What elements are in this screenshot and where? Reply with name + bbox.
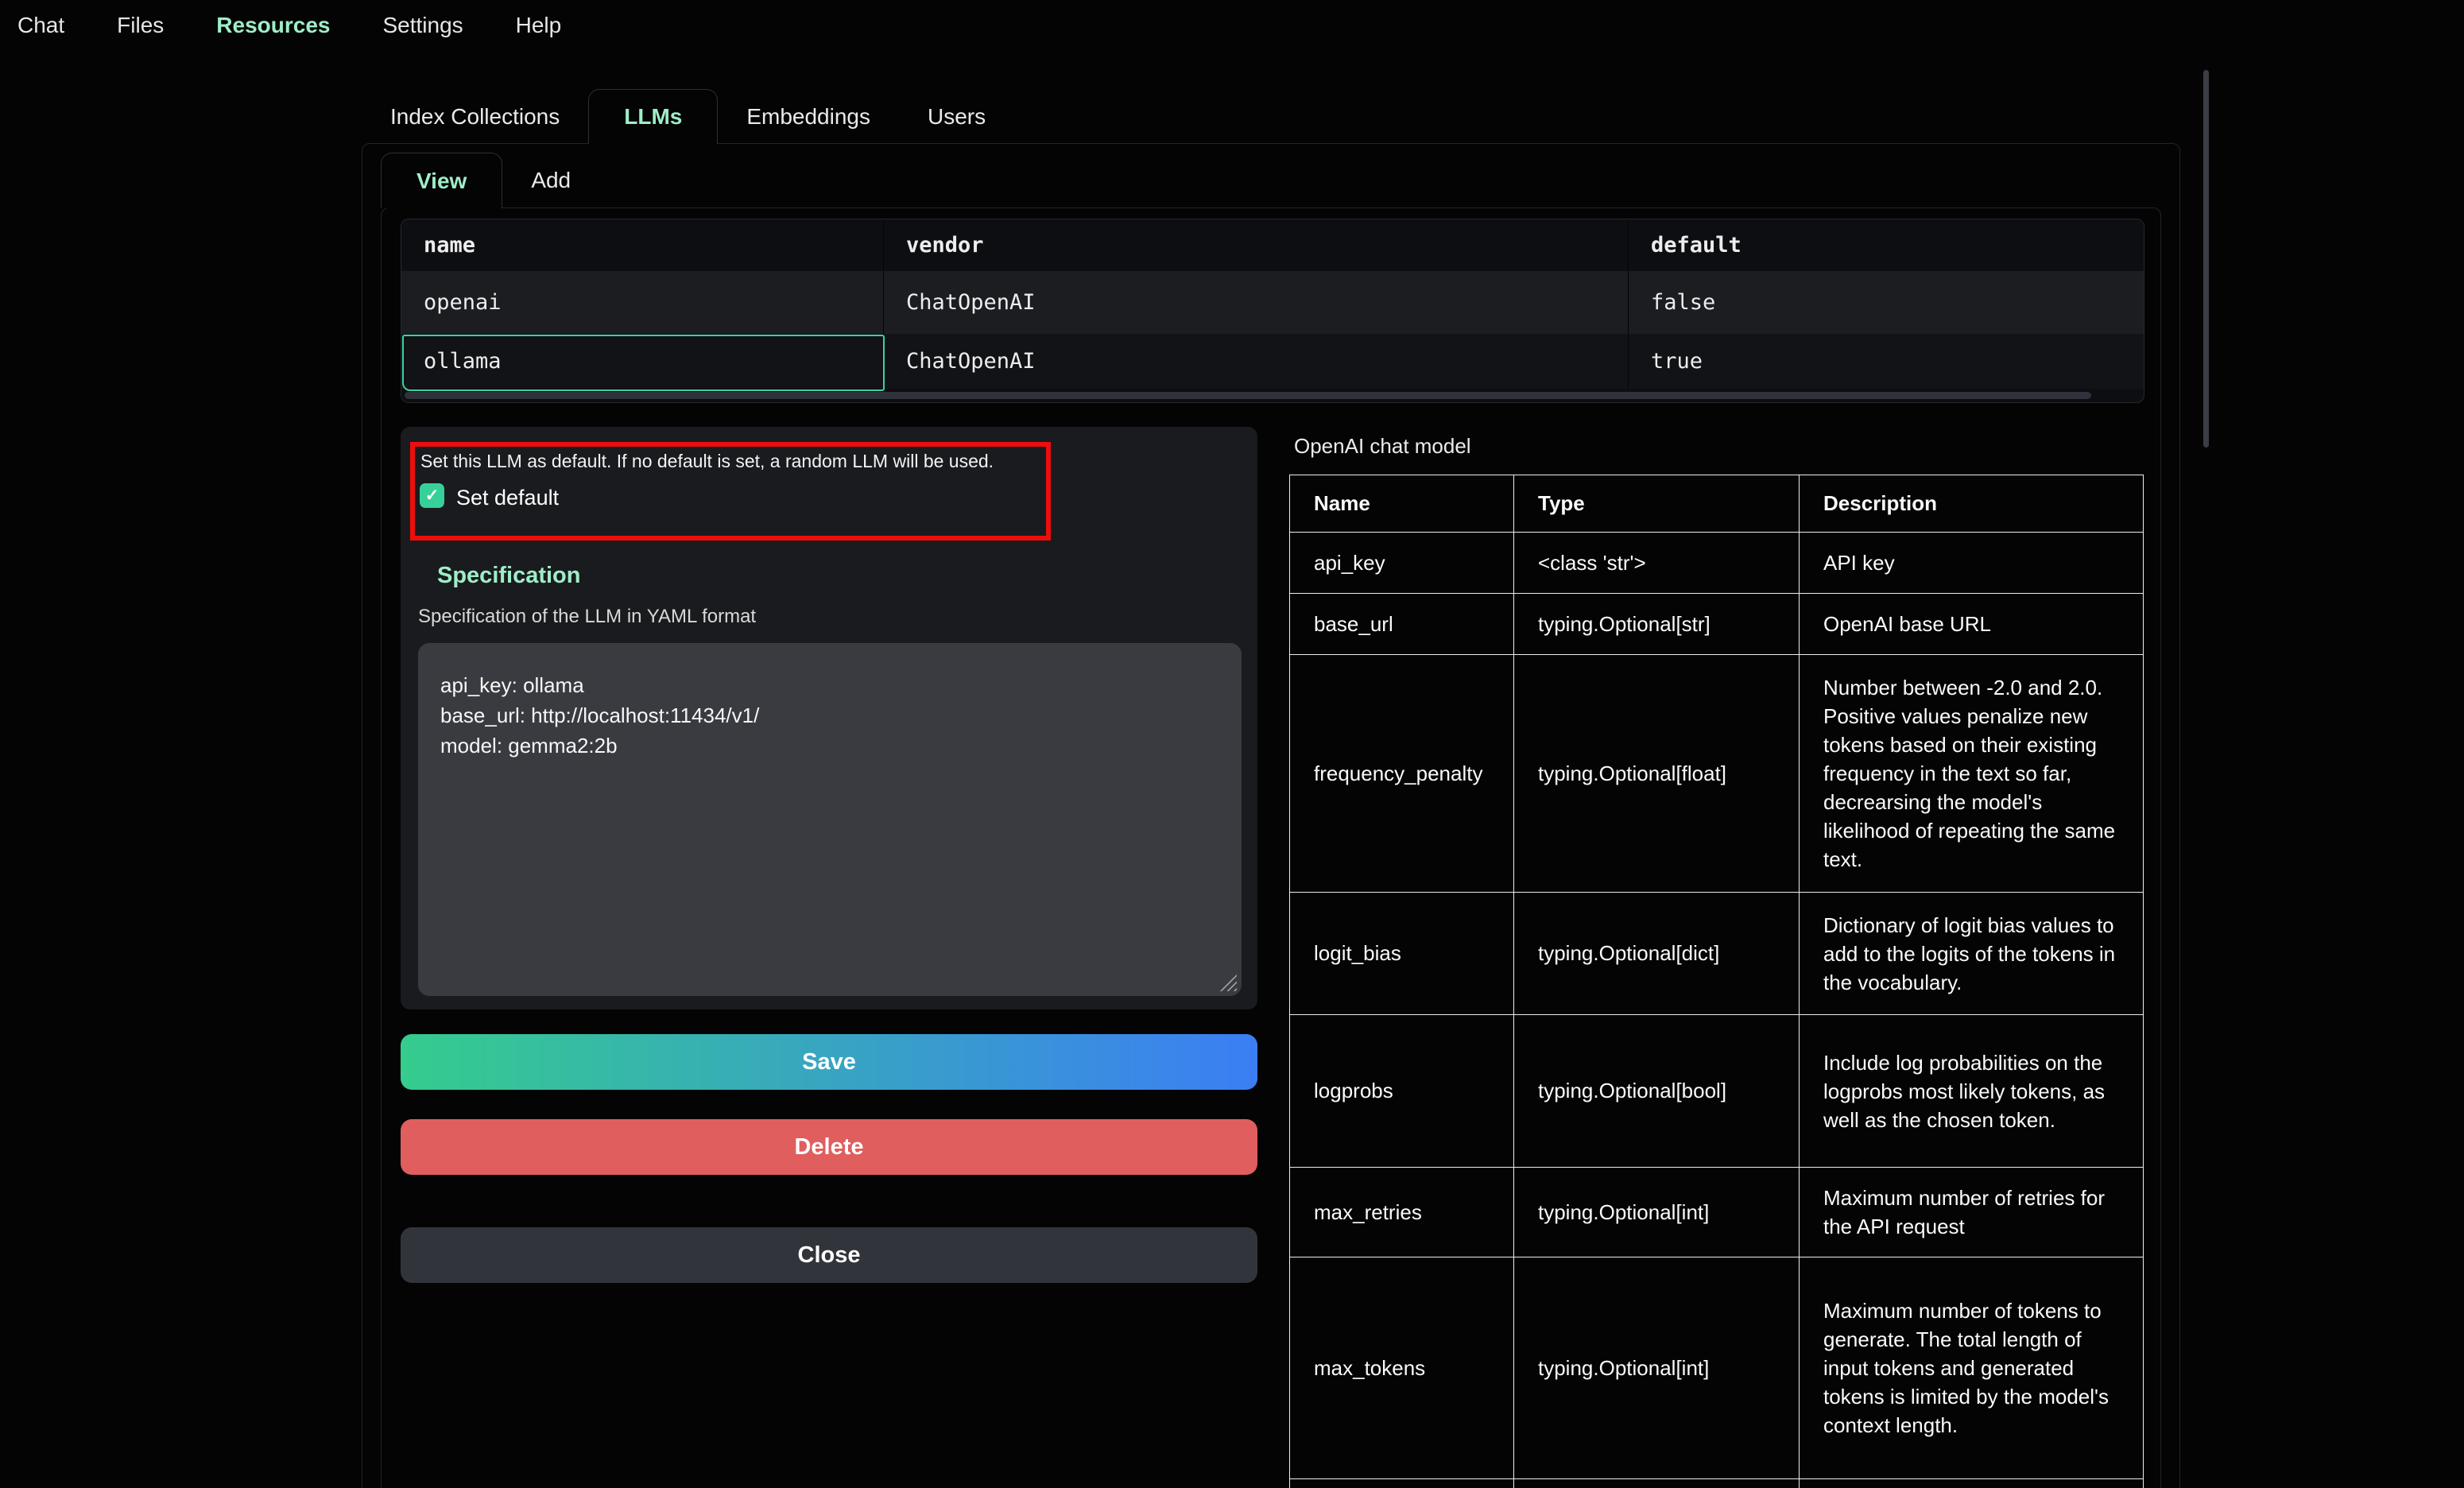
tab-embeddings[interactable]: Embeddings	[718, 89, 899, 144]
check-icon: ✓	[425, 486, 440, 506]
param-name: logit_bias	[1290, 893, 1514, 1015]
set-default-checkbox[interactable]: ✓	[420, 483, 444, 508]
param-desc: Maximum number of retries for the API re…	[1800, 1168, 2144, 1257]
param-name: max_retries	[1290, 1168, 1514, 1257]
param-name: api_key	[1290, 533, 1514, 594]
resource-tabs: Index Collections LLMs Embeddings Users	[362, 89, 1014, 144]
close-button[interactable]: Close	[401, 1227, 1257, 1283]
table-row: max_retries typing.Optional[int] Maximum…	[1290, 1168, 2144, 1257]
param-name: max_tokens	[1290, 1257, 1514, 1479]
app-screen: Chat Files Resources Settings Help Index…	[0, 0, 2464, 1488]
tab-view[interactable]: View	[381, 153, 502, 208]
nav-item-help[interactable]: Help	[516, 13, 562, 38]
model-col-name: Name	[1290, 475, 1514, 533]
view-add-tabs: View Add	[381, 153, 599, 208]
llm-row-ollama-name[interactable]: ollama	[401, 334, 883, 389]
model-info-table: Name Type Description api_key <class 'st…	[1289, 475, 2144, 1488]
model-col-type: Type	[1514, 475, 1800, 533]
set-default-label: Set default	[456, 486, 559, 510]
table-row-partial	[1290, 1479, 2144, 1488]
model-col-desc: Description	[1800, 475, 2144, 533]
top-nav: Chat Files Resources Settings Help	[0, 0, 561, 51]
table-row: logit_bias typing.Optional[dict] Diction…	[1290, 893, 2144, 1015]
save-button[interactable]: Save	[401, 1034, 1257, 1090]
param-type: typing.Optional[float]	[1514, 655, 1800, 893]
model-info-header-row: Name Type Description	[1290, 475, 2144, 533]
param-type: typing.Optional[str]	[1514, 594, 1800, 655]
param-desc: Dictionary of logit bias values to add t…	[1800, 893, 2144, 1015]
table-row: api_key <class 'str'> API key	[1290, 533, 2144, 594]
param-type: <class 'str'>	[1514, 533, 1800, 594]
table-row[interactable]: openai ChatOpenAI false	[401, 271, 2144, 334]
param-name	[1290, 1479, 1514, 1488]
nav-item-settings[interactable]: Settings	[382, 13, 463, 38]
llm-row-openai-vendor[interactable]: ChatOpenAI	[884, 271, 1628, 334]
specification-format-label: Specification of the LLM in YAML format	[418, 606, 756, 628]
nav-item-files[interactable]: Files	[117, 13, 164, 38]
table-row: frequency_penalty typing.Optional[float]…	[1290, 655, 2144, 893]
table-row: logprobs typing.Optional[bool] Include l…	[1290, 1015, 2144, 1168]
param-desc: OpenAI base URL	[1800, 594, 2144, 655]
llm-col-header-default: default	[1629, 219, 2144, 271]
specification-yaml-textarea[interactable]: api_key: ollama base_url: http://localho…	[418, 643, 1242, 996]
tab-users[interactable]: Users	[899, 89, 1014, 144]
vertical-scrollbar-thumb[interactable]	[2203, 70, 2209, 448]
table-row[interactable]: ollama ChatOpenAI true	[401, 334, 2144, 389]
tab-index-collections[interactable]: Index Collections	[362, 89, 588, 144]
llm-col-header-vendor: vendor	[884, 219, 1628, 271]
set-default-help-text: Set this LLM as default. If no default i…	[420, 451, 994, 472]
param-type: typing.Optional[dict]	[1514, 893, 1800, 1015]
param-desc: Include log probabilities on the logprob…	[1800, 1015, 2144, 1168]
param-type: typing.Optional[int]	[1514, 1168, 1800, 1257]
llm-list-table: name vendor default openai ChatOpenAI fa…	[401, 219, 2144, 403]
delete-button[interactable]: Delete	[401, 1119, 1257, 1175]
specification-heading: Specification	[437, 563, 581, 589]
param-desc: Maximum number of tokens to generate. Th…	[1800, 1257, 2144, 1479]
param-type: typing.Optional[bool]	[1514, 1015, 1800, 1168]
param-desc	[1800, 1479, 2144, 1488]
param-type: typing.Optional[int]	[1514, 1257, 1800, 1479]
llm-col-header-name: name	[401, 219, 883, 271]
llm-row-ollama-vendor[interactable]: ChatOpenAI	[884, 334, 1628, 389]
nav-item-resources[interactable]: Resources	[216, 13, 330, 38]
llm-row-ollama-default[interactable]: true	[1629, 334, 2144, 389]
param-name: frequency_penalty	[1290, 655, 1514, 893]
nav-item-chat[interactable]: Chat	[17, 13, 64, 38]
llm-table-header-row: name vendor default	[401, 219, 2144, 271]
model-info-title: OpenAI chat model	[1294, 434, 1471, 459]
tab-add[interactable]: Add	[502, 153, 599, 208]
horizontal-scrollbar-thumb[interactable]	[405, 392, 2091, 399]
tab-llms[interactable]: LLMs	[588, 89, 718, 144]
param-desc: API key	[1800, 533, 2144, 594]
llm-row-openai-default[interactable]: false	[1629, 271, 2144, 334]
param-desc: Number between -2.0 and 2.0. Positive va…	[1800, 655, 2144, 893]
llm-row-openai-name[interactable]: openai	[401, 271, 883, 334]
param-name: logprobs	[1290, 1015, 1514, 1168]
table-row: max_tokens typing.Optional[int] Maximum …	[1290, 1257, 2144, 1479]
param-type	[1514, 1479, 1800, 1488]
table-row: base_url typing.Optional[str] OpenAI bas…	[1290, 594, 2144, 655]
param-name: base_url	[1290, 594, 1514, 655]
